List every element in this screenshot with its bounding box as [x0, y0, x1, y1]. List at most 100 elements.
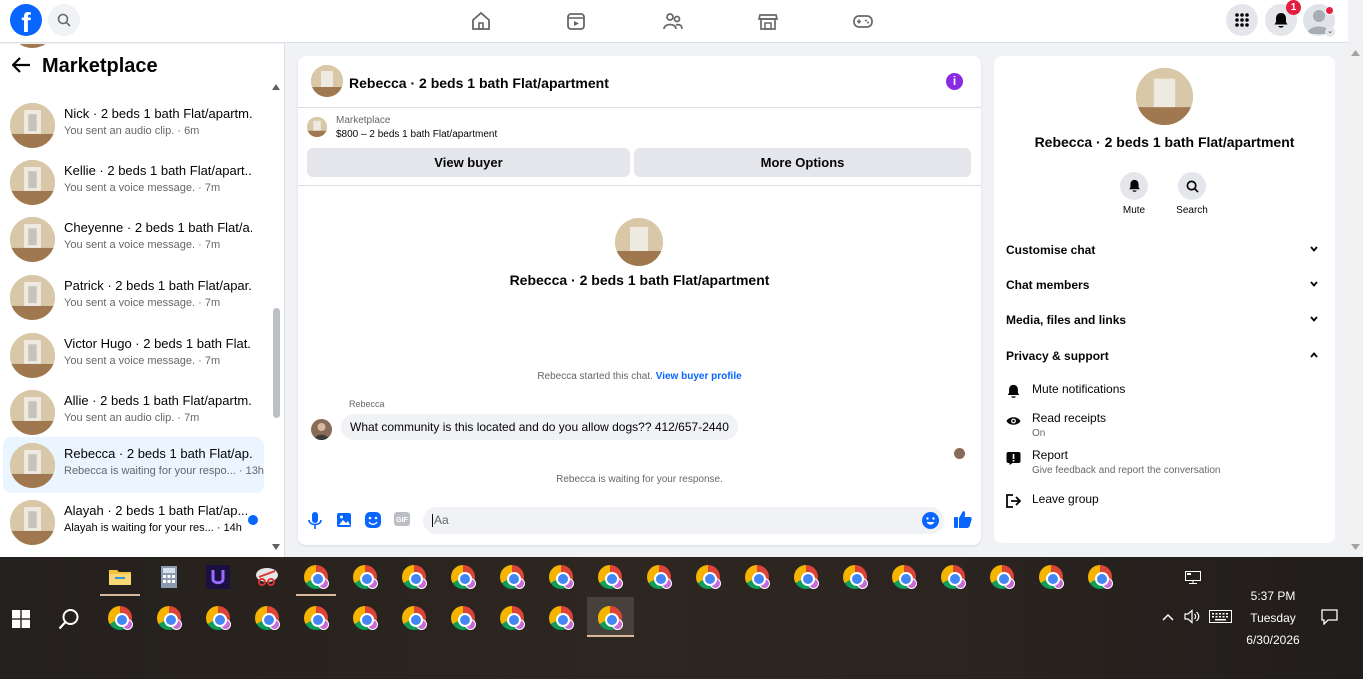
more-options-button[interactable]: More Options — [634, 148, 971, 177]
sender-avatar[interactable] — [311, 419, 332, 440]
chrome-icon[interactable] — [892, 565, 917, 589]
listing-thumbnail[interactable] — [311, 65, 343, 97]
keyboard-icon[interactable] — [1209, 610, 1232, 623]
search-icon[interactable] — [58, 608, 80, 630]
conversation-item[interactable]: Kellie · 2 beds 1 bath Flat/apart... You … — [3, 154, 264, 210]
scroll-up-arrow-icon[interactable] — [1351, 50, 1360, 56]
menu-button[interactable] — [1226, 4, 1258, 36]
app-icon[interactable] — [206, 565, 230, 589]
chat-title[interactable]: Rebecca · 2 beds 1 bath Flat/apartment — [349, 75, 609, 91]
thumbs-up-icon[interactable] — [954, 510, 972, 528]
chrome-icon[interactable] — [696, 565, 721, 589]
chevron-down-icon[interactable] — [1310, 281, 1318, 287]
page-scrollbar[interactable] — [1348, 43, 1363, 557]
groups-icon[interactable] — [662, 10, 684, 32]
message-bubble[interactable]: What community is this located and do yo… — [341, 414, 738, 440]
microphone-icon[interactable] — [308, 512, 322, 529]
conversation-item[interactable]: Alayah · 2 beds 1 bath Flat/ap... Alayah … — [3, 494, 264, 550]
notification-center-icon[interactable] — [1321, 609, 1338, 625]
chrome-icon[interactable] — [598, 606, 623, 630]
home-icon[interactable] — [470, 10, 492, 32]
chrome-icon[interactable] — [304, 606, 329, 630]
volume-icon[interactable] — [1184, 609, 1201, 624]
scroll-down-arrow-icon[interactable] — [1351, 544, 1360, 550]
chat-header: Rebecca · 2 beds 1 bath Flat/apartment i — [298, 56, 981, 108]
chevron-up-icon[interactable] — [1310, 352, 1318, 358]
chrome-icon[interactable] — [500, 606, 525, 630]
calculator-icon[interactable] — [157, 565, 181, 589]
listing-price[interactable]: $800 – 2 beds 1 bath Flat/apartment — [336, 129, 497, 140]
chrome-icon[interactable] — [745, 565, 770, 589]
sticker-icon[interactable] — [365, 512, 381, 528]
read-receipts-item[interactable]: Read receipts On — [1006, 411, 1106, 439]
chrome-icon[interactable] — [255, 606, 280, 630]
chrome-icon[interactable] — [990, 565, 1015, 589]
mute-notifications-item[interactable]: Mute notifications — [1006, 382, 1125, 399]
chrome-icon[interactable] — [1039, 565, 1064, 589]
read-receipts-label: Read receipts — [1032, 411, 1107, 425]
conversation-item[interactable]: Rebecca · 2 beds 1 bath Flat/ap... Rebecc… — [3, 437, 264, 493]
chrome-icon[interactable] — [549, 606, 574, 630]
mute-button[interactable] — [1120, 172, 1148, 200]
clock-date[interactable]: 6/30/2026 — [1232, 633, 1314, 647]
section-chat-members[interactable]: Chat members — [1006, 278, 1089, 292]
view-buyer-profile-link[interactable]: View buyer profile — [656, 371, 742, 382]
chevron-up-icon[interactable] — [1162, 613, 1174, 621]
chrome-icon[interactable] — [402, 606, 427, 630]
leave-group-item[interactable]: Leave group — [1006, 492, 1099, 508]
scroll-down-arrow-icon[interactable] — [272, 544, 280, 550]
snipping-tool-icon[interactable] — [255, 565, 279, 589]
scroll-up-arrow-icon[interactable] — [272, 84, 280, 90]
chrome-icon[interactable] — [1088, 565, 1113, 589]
gif-icon[interactable]: GIF — [394, 512, 410, 526]
section-media-files-links[interactable]: Media, files and links — [1006, 313, 1126, 327]
chrome-icon[interactable] — [647, 565, 672, 589]
chrome-icon[interactable] — [402, 565, 427, 589]
windows-start-icon[interactable] — [12, 610, 30, 628]
chrome-icon[interactable] — [353, 565, 378, 589]
chrome-icon[interactable] — [794, 565, 819, 589]
display-icon[interactable] — [1185, 571, 1201, 584]
search-icon — [1186, 180, 1199, 193]
chevron-down-icon[interactable]: ⌄ — [1325, 27, 1335, 37]
emoji-icon[interactable] — [922, 512, 939, 529]
photo-icon[interactable] — [337, 512, 351, 527]
marketplace-icon[interactable] — [757, 10, 779, 32]
message-input[interactable]: Aa — [423, 507, 944, 534]
section-privacy-support[interactable]: Privacy & support — [1006, 349, 1109, 363]
view-buyer-button[interactable]: View buyer — [307, 148, 630, 177]
chrome-icon[interactable] — [843, 565, 868, 589]
facebook-logo[interactable]: f — [10, 4, 42, 36]
search-conversation-button[interactable] — [1178, 172, 1206, 200]
chrome-icon[interactable] — [941, 565, 966, 589]
chevron-down-icon[interactable] — [1310, 316, 1318, 322]
chevron-down-icon[interactable] — [1310, 246, 1318, 252]
chrome-icon[interactable] — [304, 565, 329, 589]
gaming-icon[interactable] — [852, 10, 874, 32]
conversation-item[interactable]: Nick · 2 beds 1 bath Flat/apartm... You s… — [3, 97, 264, 153]
chrome-icon[interactable] — [206, 606, 231, 630]
report-item[interactable]: Report Give feedback and report the conve… — [1006, 448, 1220, 476]
chrome-icon[interactable] — [451, 606, 476, 630]
section-customise-chat[interactable]: Customise chat — [1006, 243, 1095, 257]
back-arrow-icon[interactable] — [12, 57, 31, 73]
chrome-icon[interactable] — [353, 606, 378, 630]
video-icon[interactable] — [565, 10, 587, 32]
chrome-icon[interactable] — [451, 565, 476, 589]
clock-time[interactable]: 5:37 PM — [1232, 589, 1314, 603]
chrome-icon[interactable] — [500, 565, 525, 589]
conversation-item[interactable]: Cheyenne · 2 beds 1 bath Flat/a... You se… — [3, 211, 264, 267]
conversation-item[interactable]: Victor Hugo · 2 beds 1 bath Flat... You s… — [3, 327, 264, 383]
file-explorer-icon[interactable] — [108, 565, 132, 589]
sidebar-scroll-thumb[interactable] — [273, 308, 280, 418]
clock-day[interactable]: Tuesday — [1232, 611, 1314, 625]
conversation-item[interactable]: Patrick · 2 beds 1 bath Flat/apar... You … — [3, 269, 264, 325]
chrome-icon[interactable] — [598, 565, 623, 589]
chrome-icon[interactable] — [108, 606, 133, 630]
chrome-icon[interactable] — [549, 565, 574, 589]
divider — [298, 185, 981, 186]
conversation-item[interactable]: Allie · 2 beds 1 bath Flat/apartm... You … — [3, 384, 264, 440]
chrome-icon[interactable] — [157, 606, 182, 630]
search-button[interactable] — [48, 4, 80, 36]
info-icon[interactable]: i — [946, 73, 963, 90]
